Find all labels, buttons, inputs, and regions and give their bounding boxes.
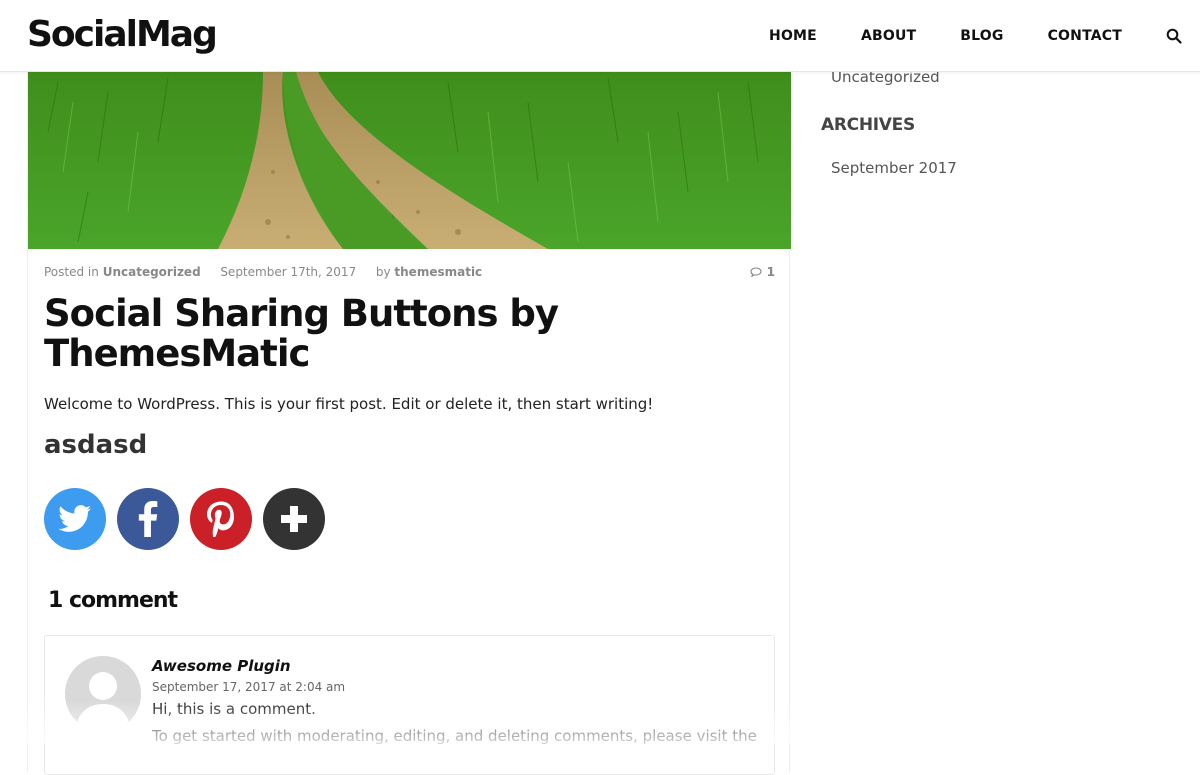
nav-contact[interactable]: CONTACT <box>1048 28 1122 44</box>
post-article: Posted in Uncategorized September 17th, … <box>27 72 791 775</box>
posted-in-label: Posted in <box>44 265 99 279</box>
nav-home[interactable]: HOME <box>769 28 817 44</box>
pinterest-icon <box>207 501 234 537</box>
main-nav: HOME ABOUT BLOG CONTACT <box>769 0 1200 72</box>
post-date: September 17th, 2017 <box>220 265 357 279</box>
twitter-icon <box>58 505 92 532</box>
comment-text-continued: To get started with moderating, editing,… <box>152 727 757 745</box>
comment-item: Awesome Plugin September 17, 2017 at 2:0… <box>44 635 775 775</box>
comment-text: Hi, this is a comment. <box>152 700 316 718</box>
comment-bubble-icon <box>750 267 763 278</box>
search-icon[interactable] <box>1166 28 1182 44</box>
featured-image[interactable] <box>28 72 791 249</box>
comment-date[interactable]: September 17, 2017 at 2:04 am <box>152 680 345 694</box>
twitter-share-button[interactable] <box>44 488 106 550</box>
default-avatar-icon <box>65 656 141 732</box>
post-title: Social Sharing Buttons by ThemesMatic <box>44 292 559 375</box>
pinterest-share-button[interactable] <box>190 488 252 550</box>
plus-icon <box>281 506 307 532</box>
nav-about[interactable]: ABOUT <box>861 28 916 44</box>
facebook-icon <box>138 501 158 537</box>
comment-count: 1 <box>766 265 775 279</box>
nav-blog[interactable]: BLOG <box>960 28 1003 44</box>
archives-heading: ARCHIVES <box>821 115 915 135</box>
comment-count-link[interactable]: 1 <box>750 265 775 279</box>
comments-heading: 1 comment <box>48 588 178 613</box>
sidebar-archive-september-2017[interactable]: September 2017 <box>831 159 957 177</box>
avatar <box>65 656 141 732</box>
post-subheading: asdasd <box>44 430 148 460</box>
site-logo[interactable]: SocialMag <box>27 14 218 55</box>
post-author-link[interactable]: themesmatic <box>394 265 482 279</box>
comment-author[interactable]: Awesome Plugin <box>152 657 291 675</box>
by-label: by <box>375 265 391 279</box>
post-category-link[interactable]: Uncategorized <box>103 265 201 279</box>
social-share-buttons <box>44 488 336 550</box>
site-header: SocialMag HOME ABOUT BLOG CONTACT <box>0 0 1200 72</box>
facebook-share-button[interactable] <box>117 488 179 550</box>
post-meta: Posted in Uncategorized September 17th, … <box>44 265 775 279</box>
post-excerpt: Welcome to WordPress. This is your first… <box>44 395 654 413</box>
more-share-button[interactable] <box>263 488 325 550</box>
